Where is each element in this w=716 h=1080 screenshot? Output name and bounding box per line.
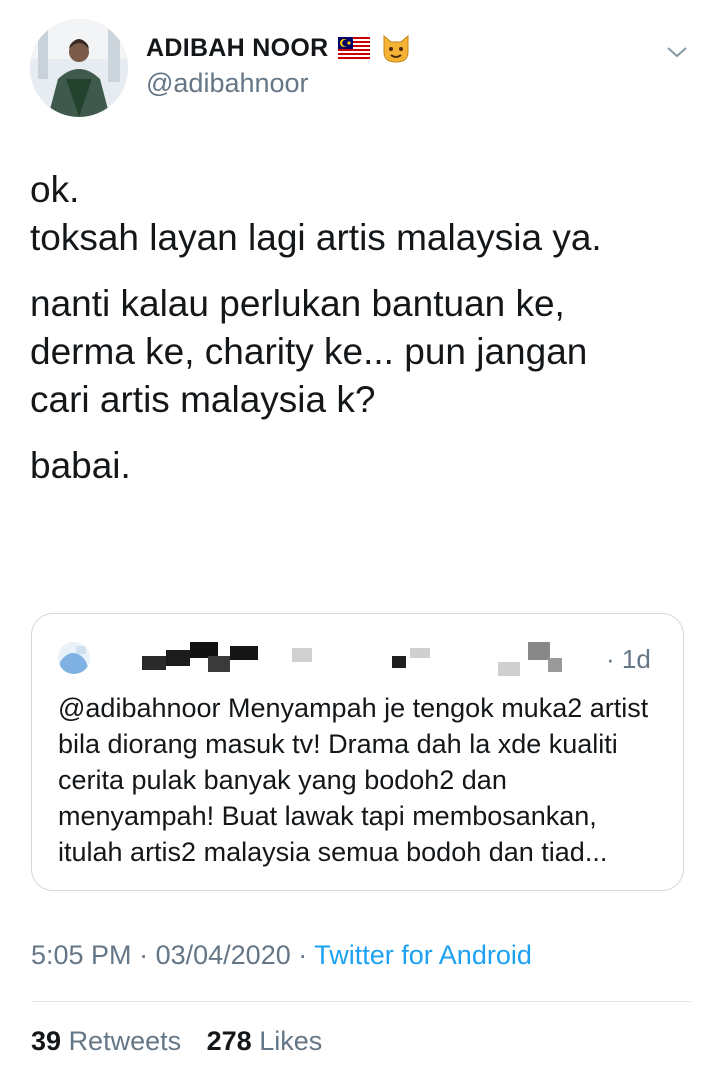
divider bbox=[31, 1001, 691, 1002]
chevron-down-icon[interactable] bbox=[665, 42, 689, 62]
author-display-name: ADIBAH NOOR bbox=[146, 33, 329, 62]
likes-count: 278 bbox=[206, 1026, 252, 1056]
quoted-author-avatar bbox=[58, 642, 90, 674]
quoted-tweet-text: @adibahnoor Menyampah je tengok muka2 ar… bbox=[58, 693, 649, 867]
meta-separator: · bbox=[298, 940, 308, 970]
meta-separator: · bbox=[139, 940, 149, 970]
avatar[interactable] bbox=[30, 19, 128, 117]
tweet-line: ok. bbox=[30, 169, 80, 210]
tweet-line: cari artis malaysia k? bbox=[30, 379, 376, 420]
tweet-date[interactable]: 03/04/2020 bbox=[156, 940, 291, 970]
redacted-author-name-icon bbox=[142, 642, 562, 676]
cat-emoji-icon bbox=[383, 34, 409, 63]
tweet-header: ADIBAH NOOR @adibahnoor bbox=[0, 0, 716, 130]
quoted-tweet-time[interactable]: · 1d bbox=[606, 644, 651, 675]
tweet-line: toksah layan lagi artis malaysia ya. bbox=[30, 217, 602, 258]
retweets-label: Retweets bbox=[68, 1026, 182, 1056]
retweets-stat[interactable]: 39 Retweets bbox=[31, 1026, 189, 1056]
tweet-line: babai. bbox=[30, 445, 131, 486]
author-handle[interactable]: @adibahnoor bbox=[146, 68, 309, 99]
tweet-line: derma ke, charity ke... pun jangan bbox=[30, 331, 588, 372]
tweet-meta: 5:05 PM · 03/04/2020 · Twitter for Andro… bbox=[31, 940, 532, 971]
likes-stat[interactable]: 278 Likes bbox=[207, 1026, 323, 1056]
tweet-stats: 39 Retweets 278 Likes bbox=[31, 1026, 340, 1057]
tweet-line: nanti kalau perlukan bantuan ke, bbox=[30, 283, 565, 324]
tweet-time[interactable]: 5:05 PM bbox=[31, 940, 132, 970]
likes-label: Likes bbox=[259, 1026, 323, 1056]
tweet-source-link[interactable]: Twitter for Android bbox=[314, 940, 532, 970]
retweets-count: 39 bbox=[31, 1026, 62, 1056]
quoted-tweet-card[interactable]: · 1d @adibahnoor Menyampah je tengok muk… bbox=[31, 613, 684, 891]
tweet-text: ok. toksah layan lagi artis malaysia ya.… bbox=[30, 166, 680, 490]
author-display-name-row[interactable]: ADIBAH NOOR bbox=[146, 32, 412, 64]
malaysia-flag-icon bbox=[338, 37, 371, 59]
